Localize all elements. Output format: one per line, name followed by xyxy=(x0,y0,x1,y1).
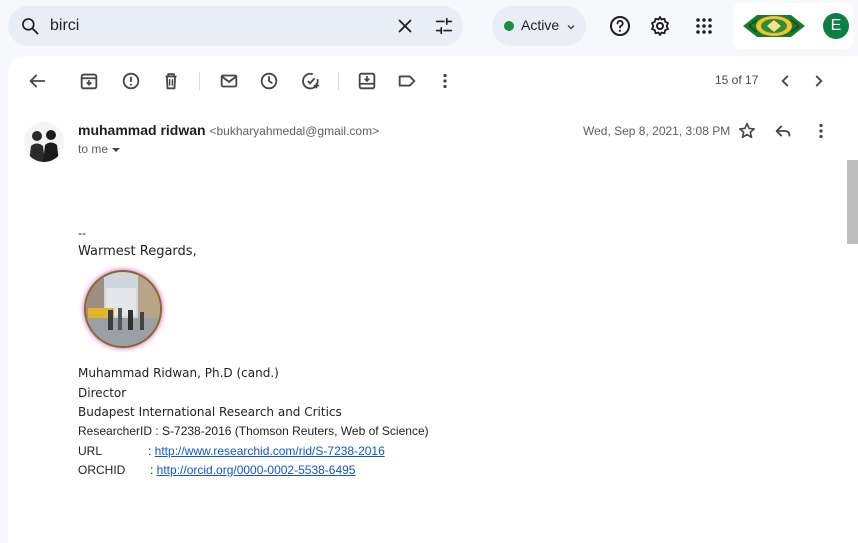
signature-url-row: URL: http://www.researchid.com/rid/S-723… xyxy=(78,444,385,458)
researcher-url-link[interactable]: http://www.researchid.com/rid/S-7238-201… xyxy=(155,444,385,458)
clear-search-icon[interactable] xyxy=(394,15,416,37)
pager-count: 15 of 17 xyxy=(715,73,759,87)
message-date: Wed, Sep 8, 2021, 3:08 PM xyxy=(583,124,731,138)
url-label: URL xyxy=(78,444,103,458)
recipient-label: to me xyxy=(78,142,109,156)
archive-icon[interactable] xyxy=(78,70,100,92)
caret-down-icon xyxy=(112,147,121,152)
url-separator: : xyxy=(148,444,155,458)
message-header: muhammad ridwan <bukharyahmedal@gmail.co… xyxy=(8,112,858,172)
back-arrow-icon[interactable] xyxy=(26,70,48,92)
orcid-link[interactable]: http://orcid.org/0000-0002-5538-6495 xyxy=(157,463,356,477)
help-icon[interactable] xyxy=(608,14,632,38)
sender-avatar[interactable] xyxy=(24,122,64,162)
status-label: Active xyxy=(521,17,560,33)
message-toolbar: 15 of 17 xyxy=(8,56,858,106)
toolbar-divider xyxy=(199,72,200,90)
status-selector[interactable]: Active xyxy=(492,6,586,46)
reply-icon[interactable] xyxy=(772,120,796,144)
signature-organization: Budapest International Research and Crit… xyxy=(78,405,342,419)
older-chevron-right-icon[interactable] xyxy=(808,70,830,92)
report-spam-icon[interactable] xyxy=(120,70,142,92)
signature-separator: -- xyxy=(78,226,86,240)
organization-badge[interactable]: E xyxy=(733,3,853,49)
scrollbar-thumb[interactable] xyxy=(847,160,858,244)
add-task-icon[interactable] xyxy=(300,70,322,92)
mark-unread-icon[interactable] xyxy=(218,70,240,92)
apps-grid-icon[interactable] xyxy=(692,14,716,38)
newer-chevron-left-icon[interactable] xyxy=(774,70,796,92)
gear-icon[interactable] xyxy=(648,14,672,38)
recipient-dropdown[interactable]: to me xyxy=(78,142,121,156)
search-icon[interactable] xyxy=(20,16,40,36)
sender-name[interactable]: muhammad ridwan xyxy=(78,122,206,138)
top-bar: Active E xyxy=(0,0,858,56)
mail-panel: 15 of 17 muhammad ridwan <bukharyahmedal… xyxy=(8,56,858,543)
sender-email: <bukharyahmedal@gmail.com> xyxy=(209,124,380,138)
toolbar-divider xyxy=(338,72,339,90)
message-more-icon[interactable] xyxy=(810,120,834,144)
organization-logo-icon xyxy=(743,15,805,37)
signature-photo xyxy=(78,264,168,354)
orcid-separator: : xyxy=(150,463,157,477)
orcid-label: ORCHID xyxy=(78,463,126,477)
snooze-icon[interactable] xyxy=(258,70,280,92)
status-dot xyxy=(504,21,514,31)
move-to-icon[interactable] xyxy=(356,70,378,92)
signature-title: Director xyxy=(78,386,127,400)
more-options-icon[interactable] xyxy=(434,70,456,92)
signature-researcher-id: ResearcherID : S-7238-2016 (Thomson Reut… xyxy=(78,424,429,438)
account-avatar[interactable]: E xyxy=(823,13,849,39)
delete-icon[interactable] xyxy=(160,70,182,92)
search-bar xyxy=(8,6,463,46)
search-options-icon[interactable] xyxy=(433,15,455,37)
signature-orcid-row: ORCHID: http://orcid.org/0000-0002-5538-… xyxy=(78,463,355,477)
signature-name: Muhammad Ridwan, Ph.D (cand.) xyxy=(78,366,279,380)
star-icon[interactable] xyxy=(736,120,760,144)
search-input[interactable] xyxy=(50,14,370,38)
label-icon[interactable] xyxy=(396,70,418,92)
sender-line: muhammad ridwan <bukharyahmedal@gmail.co… xyxy=(78,122,379,138)
signature-greeting: Warmest Regards, xyxy=(78,244,197,259)
chevron-down-icon xyxy=(565,20,577,32)
